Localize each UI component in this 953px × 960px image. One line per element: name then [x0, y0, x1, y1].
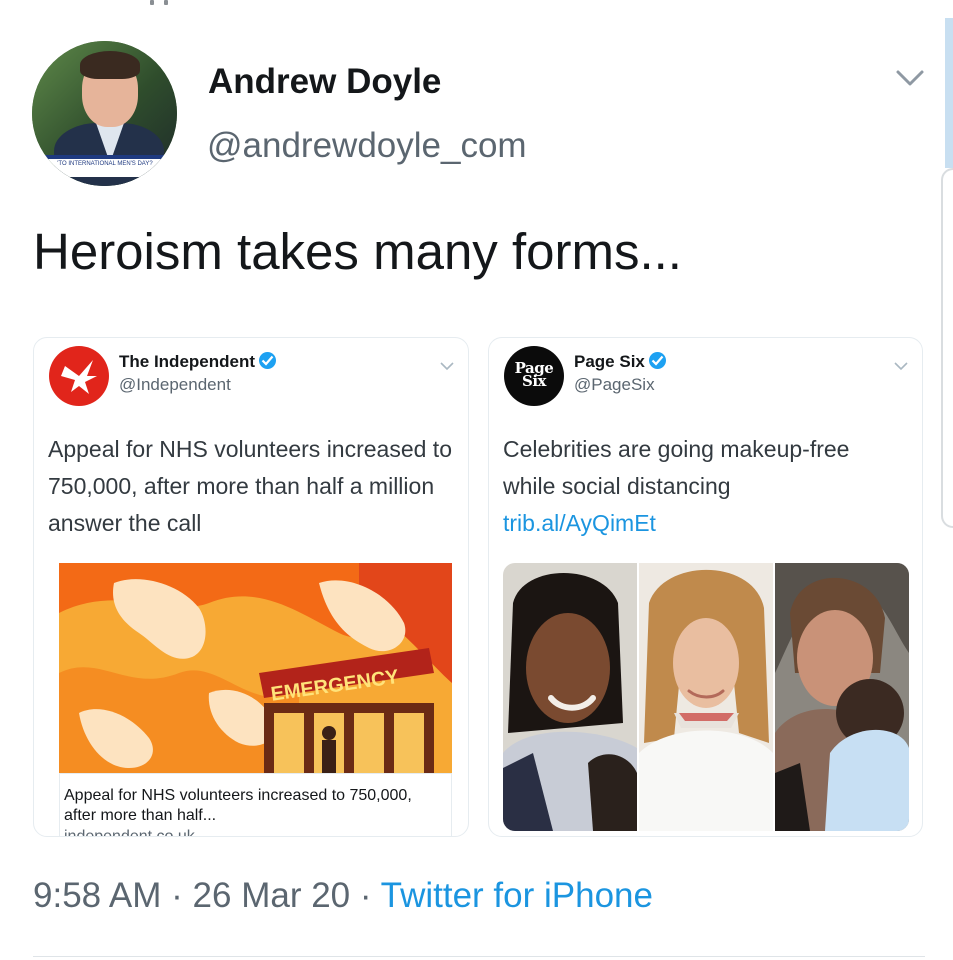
chevron-down-icon[interactable]: [894, 362, 908, 371]
pagesix-logo[interactable]: Page Six: [504, 346, 564, 406]
quoted-author-name[interactable]: The Independent: [119, 352, 276, 372]
quoted-author-handle[interactable]: @Independent: [119, 375, 231, 395]
link-card-title: Appeal for NHS volunteers increased to 7…: [64, 787, 412, 824]
divider: [33, 956, 925, 957]
top-cutoff-fragment: [150, 0, 168, 6]
quoted-tweet-independent[interactable]: The Independent @Independent Appeal for …: [33, 337, 469, 837]
scroll-edge: [941, 168, 953, 528]
author-handle[interactable]: @andrewdoyle_com: [207, 126, 527, 166]
quoted-tweet-text: Appeal for NHS volunteers increased to 7…: [48, 436, 452, 536]
chevron-down-icon[interactable]: [440, 362, 454, 371]
author-name[interactable]: Andrew Doyle: [208, 62, 441, 102]
photo-1[interactable]: [503, 563, 637, 831]
photo-2[interactable]: [639, 563, 773, 831]
eagle-icon: [61, 360, 97, 394]
separator: ·: [171, 876, 183, 915]
emergency-illustration[interactable]: EMERGENCY: [59, 563, 452, 773]
chevron-down-icon[interactable]: [893, 66, 927, 90]
tweet-link[interactable]: trib.al/AyQimEt: [503, 510, 656, 536]
quoted-author-handle[interactable]: @PageSix: [574, 375, 655, 395]
tweet-time: 9:58 AM: [33, 876, 162, 915]
tweet-source-link[interactable]: Twitter for iPhone: [381, 876, 653, 915]
photo-grid[interactable]: [503, 563, 909, 831]
tweet-date[interactable]: 26 Mar 20: [193, 876, 351, 915]
tweet-meta: 9:58 AM · 26 Mar 20 · Twitter for iPhone: [33, 876, 653, 916]
verified-badge-icon: [259, 352, 276, 369]
quoted-tweet-pagesix[interactable]: Page Six Page Six @PageSix Celebrities a…: [488, 337, 923, 837]
avatar[interactable]: 'TO INTERNATIONAL MEN'S DAY?: [32, 41, 177, 186]
avatar-banner: 'TO INTERNATIONAL MEN'S DAY?: [38, 155, 172, 177]
independent-eagle-logo[interactable]: [49, 346, 109, 406]
tweet-text: Heroism takes many forms...: [33, 223, 682, 280]
separator: ·: [359, 876, 372, 915]
link-card-domain: independent.co.uk: [64, 828, 195, 837]
photo-3[interactable]: [775, 563, 909, 831]
verified-badge-icon: [648, 352, 666, 369]
link-card[interactable]: Appeal for NHS volunteers increased to 7…: [59, 773, 452, 837]
quoted-tweet-text: Celebrities are going makeup-free while …: [503, 436, 850, 536]
scrollbar[interactable]: [945, 18, 953, 168]
quoted-author-name[interactable]: Page Six: [574, 352, 666, 372]
